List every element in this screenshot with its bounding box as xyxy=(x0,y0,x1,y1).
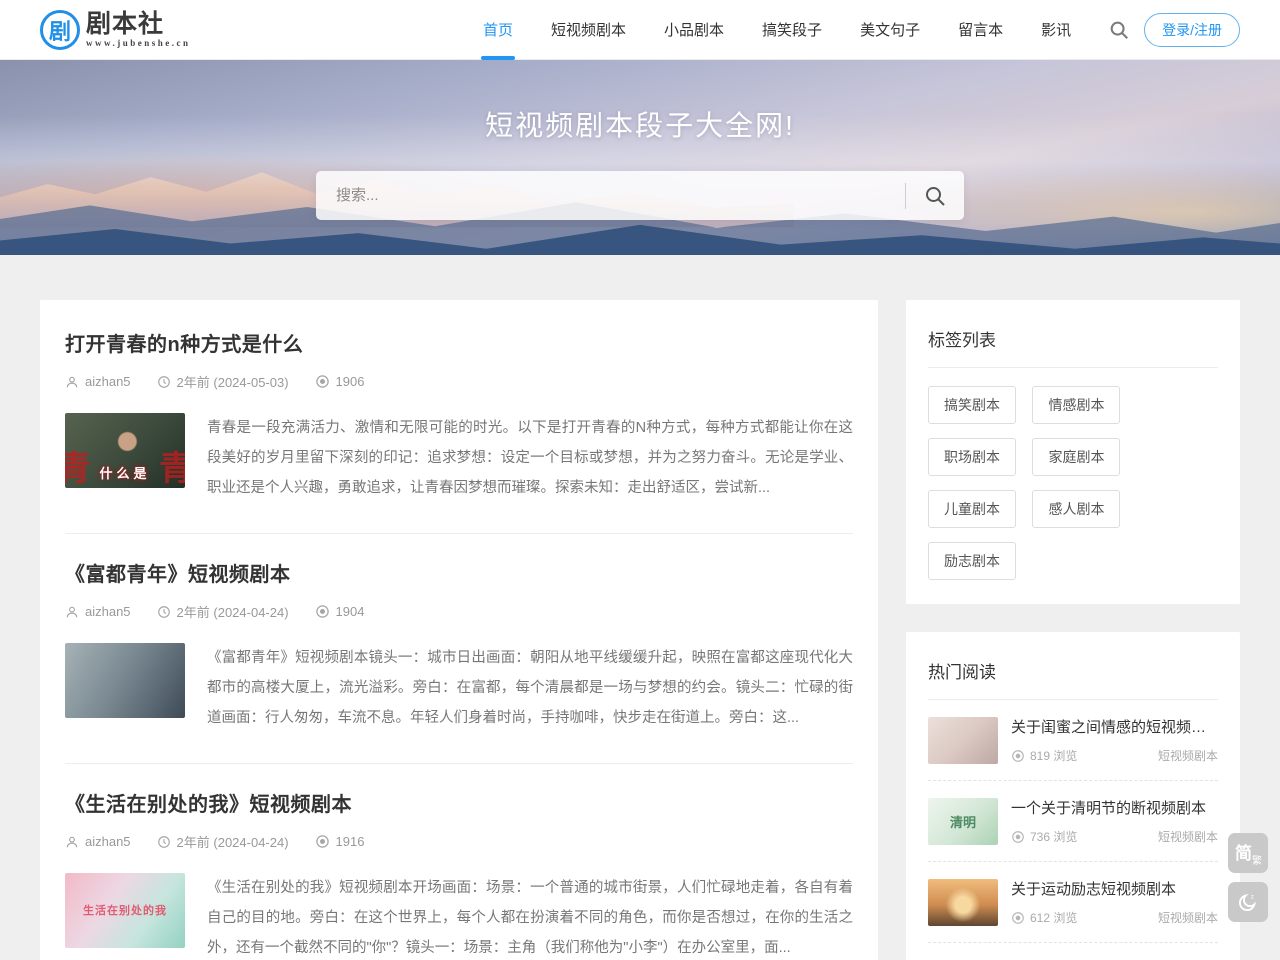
search-icon[interactable] xyxy=(1108,19,1130,41)
main-nav: 首页 短视频剧本 小品剧本 搞笑段子 美文句子 留言本 影讯 登录/注册 xyxy=(464,0,1240,60)
clock-icon xyxy=(157,375,171,389)
site-name: 剧本社 xyxy=(86,12,191,37)
tag-family[interactable]: 家庭剧本 xyxy=(1032,438,1120,476)
hot-reading-title: 热门阅读 xyxy=(928,652,1218,700)
header: 剧 剧本社 www.jubenshe.cn 首页 短视频剧本 小品剧本 搞笑段子… xyxy=(0,0,1280,60)
hot-item-views: 736 浏览 xyxy=(1011,828,1077,845)
dark-mode-toggle[interactable]: z xyxy=(1228,882,1268,922)
page: 剧 剧本社 www.jubenshe.cn 首页 短视频剧本 小品剧本 搞笑段子… xyxy=(0,0,1280,960)
date-meta: 2年前 (2024-05-03) xyxy=(157,372,289,391)
user-icon xyxy=(65,375,79,389)
article-meta: aizhan5 2年前 (2024-04-24) 1916 xyxy=(65,832,853,851)
views-meta: 1906 xyxy=(315,374,365,389)
content-area: 打开青春的n种方式是什么 aizhan5 2年前 (2024-05-03) 19… xyxy=(0,300,1280,960)
tag-touching[interactable]: 感人剧本 xyxy=(1032,490,1120,528)
eye-icon xyxy=(1011,749,1025,763)
article-item: 《生活在别处的我》短视频剧本 aizhan5 2年前 (2024-04-24) … xyxy=(65,764,853,960)
hot-item-category[interactable]: 短视频剧本 xyxy=(1158,747,1218,764)
hero-search-button[interactable] xyxy=(906,171,964,220)
nav-item-short-video-scripts[interactable]: 短视频剧本 xyxy=(532,0,645,60)
tag-workplace[interactable]: 职场剧本 xyxy=(928,438,1016,476)
login-register-button[interactable]: 登录/注册 xyxy=(1144,13,1240,47)
tag-list-card: 标签列表 搞笑剧本 情感剧本 职场剧本 家庭剧本 儿童剧本 感人剧本 励志剧本 xyxy=(906,300,1240,604)
date-meta: 2年前 (2024-04-24) xyxy=(157,602,289,621)
article-title[interactable]: 《富都青年》短视频剧本 xyxy=(65,558,853,587)
nav-item-guestbook[interactable]: 留言本 xyxy=(939,0,1022,60)
hero-search-bar xyxy=(316,171,964,220)
article-list: 打开青春的n种方式是什么 aizhan5 2年前 (2024-05-03) 19… xyxy=(40,300,878,960)
hot-item-category[interactable]: 短视频剧本 xyxy=(1158,828,1218,845)
nav-item-movie-news[interactable]: 影讯 xyxy=(1022,0,1090,60)
tag-inspirational[interactable]: 励志剧本 xyxy=(928,542,1016,580)
clock-icon xyxy=(157,605,171,619)
moon-icon: z xyxy=(1237,891,1259,913)
views-meta: 1916 xyxy=(315,834,365,849)
site-logo[interactable]: 剧 剧本社 www.jubenshe.cn xyxy=(40,10,191,50)
article-meta: aizhan5 2年前 (2024-04-24) 1904 xyxy=(65,602,853,621)
article-item: 《富都青年》短视频剧本 aizhan5 2年前 (2024-04-24) 190… xyxy=(65,534,853,764)
eye-icon xyxy=(1011,830,1025,844)
hot-item-views: 819 浏览 xyxy=(1011,747,1077,764)
nav-item-sketch-scripts[interactable]: 小品剧本 xyxy=(645,0,743,60)
author-meta: aizhan5 xyxy=(65,834,131,849)
hot-item-title[interactable]: 关于运动励志短视频剧本 xyxy=(1011,878,1218,899)
nav-item-beautiful-sentences[interactable]: 美文句子 xyxy=(841,0,939,60)
site-domain: www.jubenshe.cn xyxy=(86,39,191,48)
tag-children[interactable]: 儿童剧本 xyxy=(928,490,1016,528)
hero-banner: 短视频剧本段子大全网! xyxy=(0,60,1280,255)
logo-icon: 剧 xyxy=(40,10,80,50)
tag-list-title: 标签列表 xyxy=(928,320,1218,368)
hot-list-item[interactable]: 关于关爱留守儿童的感人短… 513 浏览 短视频剧本 xyxy=(928,943,1218,960)
article-title[interactable]: 打开青春的n种方式是什么 xyxy=(65,328,853,357)
hot-list-item[interactable]: 关于运动励志短视频剧本 612 浏览 短视频剧本 xyxy=(928,862,1218,943)
hot-item-title[interactable]: 关于闺蜜之间情感的短视频… xyxy=(1011,716,1218,737)
views-meta: 1904 xyxy=(315,604,365,619)
sidebar: 标签列表 搞笑剧本 情感剧本 职场剧本 家庭剧本 儿童剧本 感人剧本 励志剧本 … xyxy=(906,300,1240,960)
article-excerpt: 青春是一段充满活力、激情和无限可能的时光。以下是打开青春的N种方式，每种方式都能… xyxy=(207,413,853,503)
nav-item-home[interactable]: 首页 xyxy=(464,0,532,60)
author-meta: aizhan5 xyxy=(65,604,131,619)
hot-item-category[interactable]: 短视频剧本 xyxy=(1158,909,1218,926)
hot-item-title[interactable]: 一个关于清明节的断视频剧本 xyxy=(1011,797,1218,818)
svg-text:z: z xyxy=(1251,893,1254,900)
article-item: 打开青春的n种方式是什么 aizhan5 2年前 (2024-05-03) 19… xyxy=(65,304,853,534)
article-thumbnail[interactable] xyxy=(65,643,185,718)
active-underline xyxy=(481,56,515,60)
floating-toolbar: 简 繁 z xyxy=(1228,833,1268,931)
hot-item-views: 612 浏览 xyxy=(1011,909,1077,926)
author-meta: aizhan5 xyxy=(65,374,131,389)
article-thumbnail[interactable]: 生活在别处的我 xyxy=(65,873,185,948)
article-thumbnail[interactable]: 什么是 xyxy=(65,413,185,488)
article-excerpt: 《生活在别处的我》短视频剧本开场画面：场景：一个普通的城市街景，人们忙碌地走着，… xyxy=(207,873,853,960)
eye-icon xyxy=(315,374,330,389)
eye-icon xyxy=(315,604,330,619)
tag-emotion[interactable]: 情感剧本 xyxy=(1032,386,1120,424)
hero-title: 短视频剧本段子大全网! xyxy=(0,104,1280,144)
simplified-traditional-toggle[interactable]: 简 繁 xyxy=(1228,833,1268,873)
eye-icon xyxy=(1011,911,1025,925)
user-icon xyxy=(65,605,79,619)
tag-funny[interactable]: 搞笑剧本 xyxy=(928,386,1016,424)
hot-thumbnail xyxy=(928,879,998,926)
hot-thumbnail: 清明 xyxy=(928,798,998,845)
hero-search-input[interactable] xyxy=(316,171,905,220)
article-meta: aizhan5 2年前 (2024-05-03) 1906 xyxy=(65,372,853,391)
article-excerpt: 《富都青年》短视频剧本镜头一：城市日出画面：朝阳从地平线缓缓升起，映照在富都这座… xyxy=(207,643,853,733)
hot-reading-card: 热门阅读 关于闺蜜之间情感的短视频… 819 浏览 短视频剧本 xyxy=(906,632,1240,960)
eye-icon xyxy=(315,834,330,849)
hot-list-item[interactable]: 清明 一个关于清明节的断视频剧本 736 浏览 短视频剧本 xyxy=(928,781,1218,862)
nav-item-funny-jokes[interactable]: 搞笑段子 xyxy=(743,0,841,60)
hot-thumbnail xyxy=(928,717,998,764)
user-icon xyxy=(65,835,79,849)
date-meta: 2年前 (2024-04-24) xyxy=(157,832,289,851)
article-title[interactable]: 《生活在别处的我》短视频剧本 xyxy=(65,788,853,817)
hot-list-item[interactable]: 关于闺蜜之间情感的短视频… 819 浏览 短视频剧本 xyxy=(928,700,1218,781)
clock-icon xyxy=(157,835,171,849)
